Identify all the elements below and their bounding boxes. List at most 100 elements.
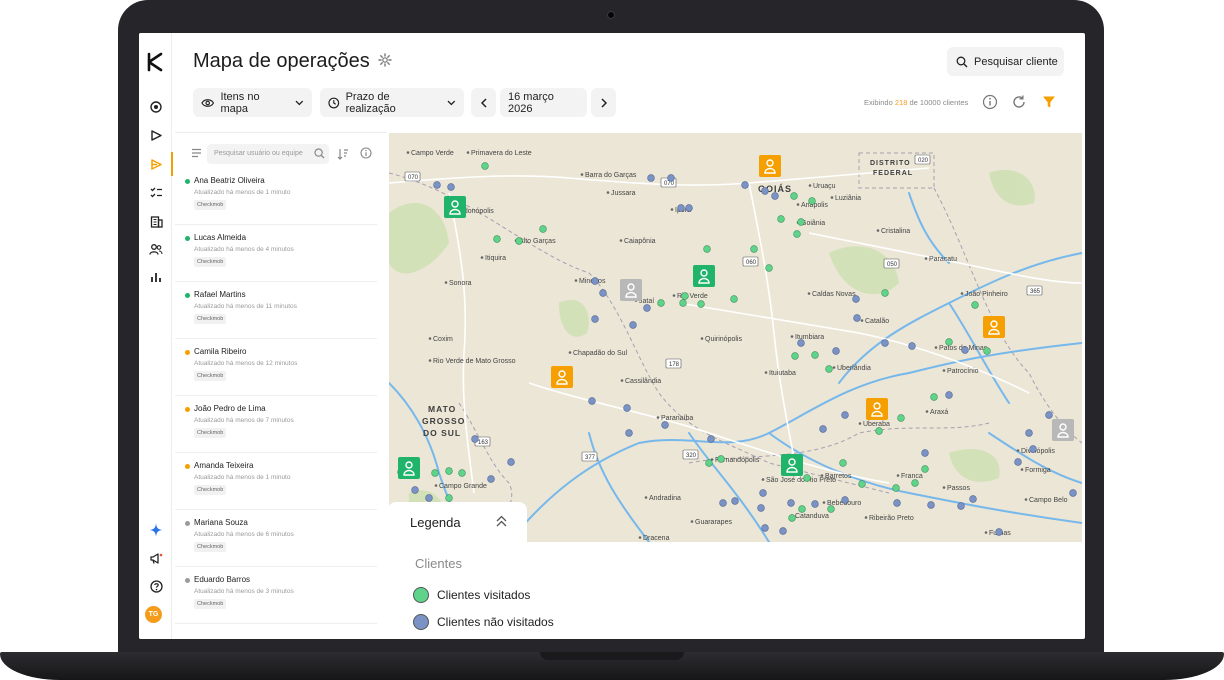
client-not-visited-marker[interactable]	[819, 425, 827, 433]
user-location-pin[interactable]	[444, 196, 466, 218]
client-not-visited-marker[interactable]	[779, 527, 787, 535]
date-display[interactable]: 16 março 2026	[500, 88, 587, 117]
client-visited-marker[interactable]	[793, 230, 801, 238]
client-not-visited-marker[interactable]	[643, 304, 651, 312]
client-visited-marker[interactable]	[681, 292, 689, 300]
client-visited-marker[interactable]	[858, 480, 866, 488]
client-not-visited-marker[interactable]	[761, 524, 769, 532]
client-not-visited-marker[interactable]	[707, 435, 715, 443]
client-visited-marker[interactable]	[697, 300, 705, 308]
client-not-visited-marker[interactable]	[957, 502, 965, 510]
client-visited-marker[interactable]	[515, 237, 523, 245]
sparkle-ai-icon[interactable]	[143, 518, 169, 542]
client-visited-marker[interactable]	[431, 469, 439, 477]
user-location-pin[interactable]	[620, 279, 642, 301]
app-logo-icon[interactable]	[145, 51, 167, 73]
user-location-pin[interactable]	[398, 457, 420, 479]
client-visited-marker[interactable]	[897, 414, 905, 422]
client-not-visited-marker[interactable]	[507, 458, 515, 466]
client-visited-marker[interactable]	[705, 459, 713, 467]
client-visited-marker[interactable]	[892, 484, 900, 492]
sort-icon[interactable]	[337, 148, 349, 160]
list-item[interactable]: Ana Beatriz Oliveira Atualizado há menos…	[175, 168, 377, 225]
client-visited-marker[interactable]	[791, 352, 799, 360]
client-not-visited-marker[interactable]	[591, 315, 599, 323]
client-not-visited-marker[interactable]	[945, 391, 953, 399]
list-item[interactable]: Rafael Martins Atualizado há menos de 11…	[175, 282, 377, 339]
client-visited-marker[interactable]	[717, 455, 725, 463]
client-not-visited-marker[interactable]	[841, 496, 849, 504]
client-visited-marker[interactable]	[839, 459, 847, 467]
previous-date-button[interactable]	[471, 88, 496, 117]
announcement-icon[interactable]	[143, 546, 169, 570]
route-active-icon[interactable]	[143, 152, 173, 176]
client-visited-marker[interactable]	[657, 299, 665, 307]
list-item[interactable]: Eduardo Barros Atualizado há menos de 3 …	[175, 567, 377, 624]
client-visited-marker[interactable]	[945, 338, 953, 346]
client-not-visited-marker[interactable]	[629, 321, 637, 329]
client-visited-marker[interactable]	[750, 245, 758, 253]
client-visited-marker[interactable]	[539, 225, 547, 233]
client-visited-marker[interactable]	[803, 474, 811, 482]
send-icon[interactable]	[143, 123, 169, 147]
client-not-visited-marker[interactable]	[961, 346, 969, 354]
legend-header[interactable]: Legenda	[388, 502, 527, 542]
client-not-visited-marker[interactable]	[1014, 458, 1022, 466]
client-not-visited-marker[interactable]	[741, 181, 749, 189]
client-visited-marker[interactable]	[798, 505, 806, 513]
client-not-visited-marker[interactable]	[677, 204, 685, 212]
client-not-visited-marker[interactable]	[995, 528, 1003, 536]
client-not-visited-marker[interactable]	[411, 486, 419, 494]
client-visited-marker[interactable]	[875, 427, 883, 435]
client-not-visited-marker[interactable]	[1045, 411, 1053, 419]
client-not-visited-marker[interactable]	[1025, 429, 1033, 437]
user-location-pin[interactable]	[983, 316, 1005, 338]
client-not-visited-marker[interactable]	[852, 295, 860, 303]
client-not-visited-marker[interactable]	[731, 497, 739, 505]
map-target-icon[interactable]	[143, 95, 169, 119]
search-icon[interactable]	[314, 148, 325, 159]
client-visited-marker[interactable]	[930, 393, 938, 401]
client-not-visited-marker[interactable]	[471, 435, 479, 443]
user-location-pin[interactable]	[866, 398, 888, 420]
client-not-visited-marker[interactable]	[771, 192, 779, 200]
help-icon[interactable]	[143, 574, 169, 598]
client-visited-marker[interactable]	[445, 494, 453, 502]
client-visited-marker[interactable]	[971, 301, 979, 309]
next-date-button[interactable]	[591, 88, 616, 117]
client-not-visited-marker[interactable]	[1029, 445, 1037, 453]
client-not-visited-marker[interactable]	[759, 489, 767, 497]
reports-chart-icon[interactable]	[143, 265, 169, 289]
client-visited-marker[interactable]	[481, 162, 489, 170]
client-not-visited-marker[interactable]	[927, 501, 935, 509]
client-not-visited-marker[interactable]	[908, 342, 916, 350]
user-location-pin[interactable]	[693, 265, 715, 287]
client-not-visited-marker[interactable]	[588, 397, 596, 405]
client-not-visited-marker[interactable]	[811, 500, 819, 508]
list-item[interactable]: Mariana Souza Atualizado há menos de 6 m…	[175, 510, 377, 567]
user-location-pin[interactable]	[781, 454, 803, 476]
client-not-visited-marker[interactable]	[719, 499, 727, 507]
menu-icon[interactable]	[191, 148, 202, 158]
client-not-visited-marker[interactable]	[487, 475, 495, 483]
client-visited-marker[interactable]	[703, 245, 711, 253]
client-not-visited-marker[interactable]	[841, 411, 849, 419]
client-not-visited-marker[interactable]	[447, 183, 455, 191]
client-visited-marker[interactable]	[881, 289, 889, 297]
client-not-visited-marker[interactable]	[1069, 489, 1077, 497]
client-not-visited-marker[interactable]	[969, 495, 977, 503]
items-on-map-dropdown[interactable]: Itens no mapa	[193, 88, 312, 117]
client-not-visited-marker[interactable]	[921, 449, 929, 457]
client-visited-marker[interactable]	[679, 299, 687, 307]
client-not-visited-marker[interactable]	[893, 499, 901, 507]
list-item[interactable]: João Pedro de Lima Atualizado há menos d…	[175, 396, 377, 453]
user-avatar[interactable]: TG	[145, 606, 162, 623]
client-visited-marker[interactable]	[445, 467, 453, 475]
client-visited-marker[interactable]	[825, 365, 833, 373]
client-not-visited-marker[interactable]	[667, 174, 675, 182]
client-not-visited-marker[interactable]	[853, 314, 861, 322]
client-visited-marker[interactable]	[777, 215, 785, 223]
settings-gear-icon[interactable]	[378, 53, 392, 67]
list-item[interactable]: Lucas Almeida Atualizado há menos de 4 m…	[175, 225, 377, 282]
client-visited-marker[interactable]	[911, 479, 919, 487]
